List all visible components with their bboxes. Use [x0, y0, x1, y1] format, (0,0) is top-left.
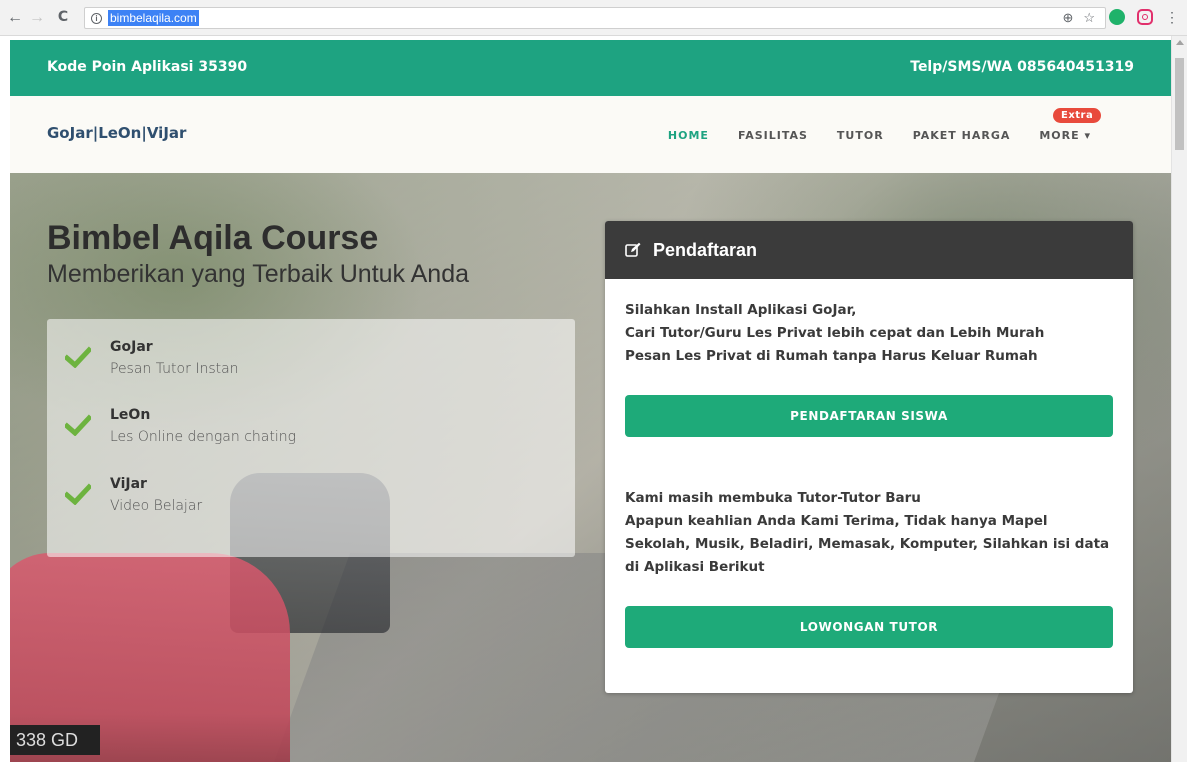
reload-icon[interactable]: C	[52, 9, 74, 25]
edit-icon	[625, 242, 641, 257]
browser-menu-icon[interactable]: ⋮	[1165, 10, 1179, 24]
chat-extension-icon[interactable]	[1109, 9, 1125, 25]
check-icon	[65, 483, 91, 505]
nav-item-fasilitas[interactable]: FASILITAS	[738, 129, 808, 142]
hero-title: Bimbel Aqila Course	[47, 219, 379, 257]
hero-subtitle: Memberikan yang Terbaik Untuk Anda	[47, 260, 469, 288]
feature-name: GoJar	[110, 339, 153, 355]
nav-item-more[interactable]: MORE ▾	[1039, 129, 1091, 142]
star-icon[interactable]: ☆	[1083, 10, 1095, 26]
forward-icon[interactable]: →	[26, 9, 48, 27]
nav-item-home[interactable]: HOME	[668, 129, 709, 142]
student-info-text: Silahkan Install Aplikasi GoJar, Cari Tu…	[625, 302, 1045, 364]
student-registration-button[interactable]: PENDAFTARAN SISWA	[625, 395, 1113, 437]
feature-desc: Les Online dengan chating	[110, 429, 296, 445]
registration-panel: Pendaftaran Silahkan Install Aplikasi Go…	[605, 221, 1133, 693]
brand-logo[interactable]: GoJar|LeOn|ViJar	[47, 124, 186, 142]
extra-badge: Extra	[1053, 108, 1102, 123]
license-plate: 338 GD	[10, 725, 100, 755]
instagram-extension-icon[interactable]	[1137, 9, 1153, 25]
back-icon[interactable]: ←	[4, 9, 26, 27]
nav-item-tutor[interactable]: TUTOR	[837, 129, 884, 142]
hero-section: 338 GD Bimbel Aqila Course Memberikan ya…	[10, 173, 1171, 762]
features-box: GoJar Pesan Tutor Instan LeOn Les Online…	[47, 319, 575, 557]
panel-header: Pendaftaran	[605, 221, 1133, 279]
check-icon	[65, 346, 91, 368]
info-icon[interactable]: i	[91, 12, 102, 24]
scroll-up-icon[interactable]	[1176, 40, 1184, 45]
nav-menu: HOME FASILITAS TUTOR PAKET HARGA MORE ▾	[668, 129, 1091, 142]
check-icon	[65, 414, 91, 436]
page-scrollbar[interactable]	[1171, 36, 1187, 762]
url-text[interactable]: bimbelaqila.com	[108, 10, 199, 26]
scroll-thumb[interactable]	[1175, 58, 1184, 150]
top-info-bar: Kode Poin Aplikasi 35390 Telp/SMS/WA 085…	[10, 40, 1171, 96]
address-bar[interactable]: i bimbelaqila.com ⊕ ☆	[84, 7, 1106, 29]
feature-name: ViJar	[110, 476, 147, 492]
panel-title: Pendaftaran	[653, 239, 758, 260]
tutor-vacancy-button[interactable]: LOWONGAN TUTOR	[625, 606, 1113, 648]
navbar: GoJar|LeOn|ViJar HOME FASILITAS TUTOR PA…	[10, 96, 1171, 173]
nav-item-paket-harga[interactable]: PAKET HARGA	[913, 129, 1011, 142]
feature-desc: Pesan Tutor Instan	[110, 361, 239, 377]
tutor-info-text: Kami masih membuka Tutor-Tutor Baru Apap…	[625, 490, 1110, 575]
feature-desc: Video Belajar	[110, 498, 203, 514]
feature-name: LeOn	[110, 407, 151, 423]
phone-text: Telp/SMS/WA 085640451319	[910, 59, 1134, 75]
app-code-text: Kode Poin Aplikasi 35390	[47, 59, 248, 75]
browser-toolbar: ← → C i bimbelaqila.com ⊕ ☆ ⋮	[0, 0, 1187, 36]
zoom-icon[interactable]: ⊕	[1062, 10, 1073, 26]
